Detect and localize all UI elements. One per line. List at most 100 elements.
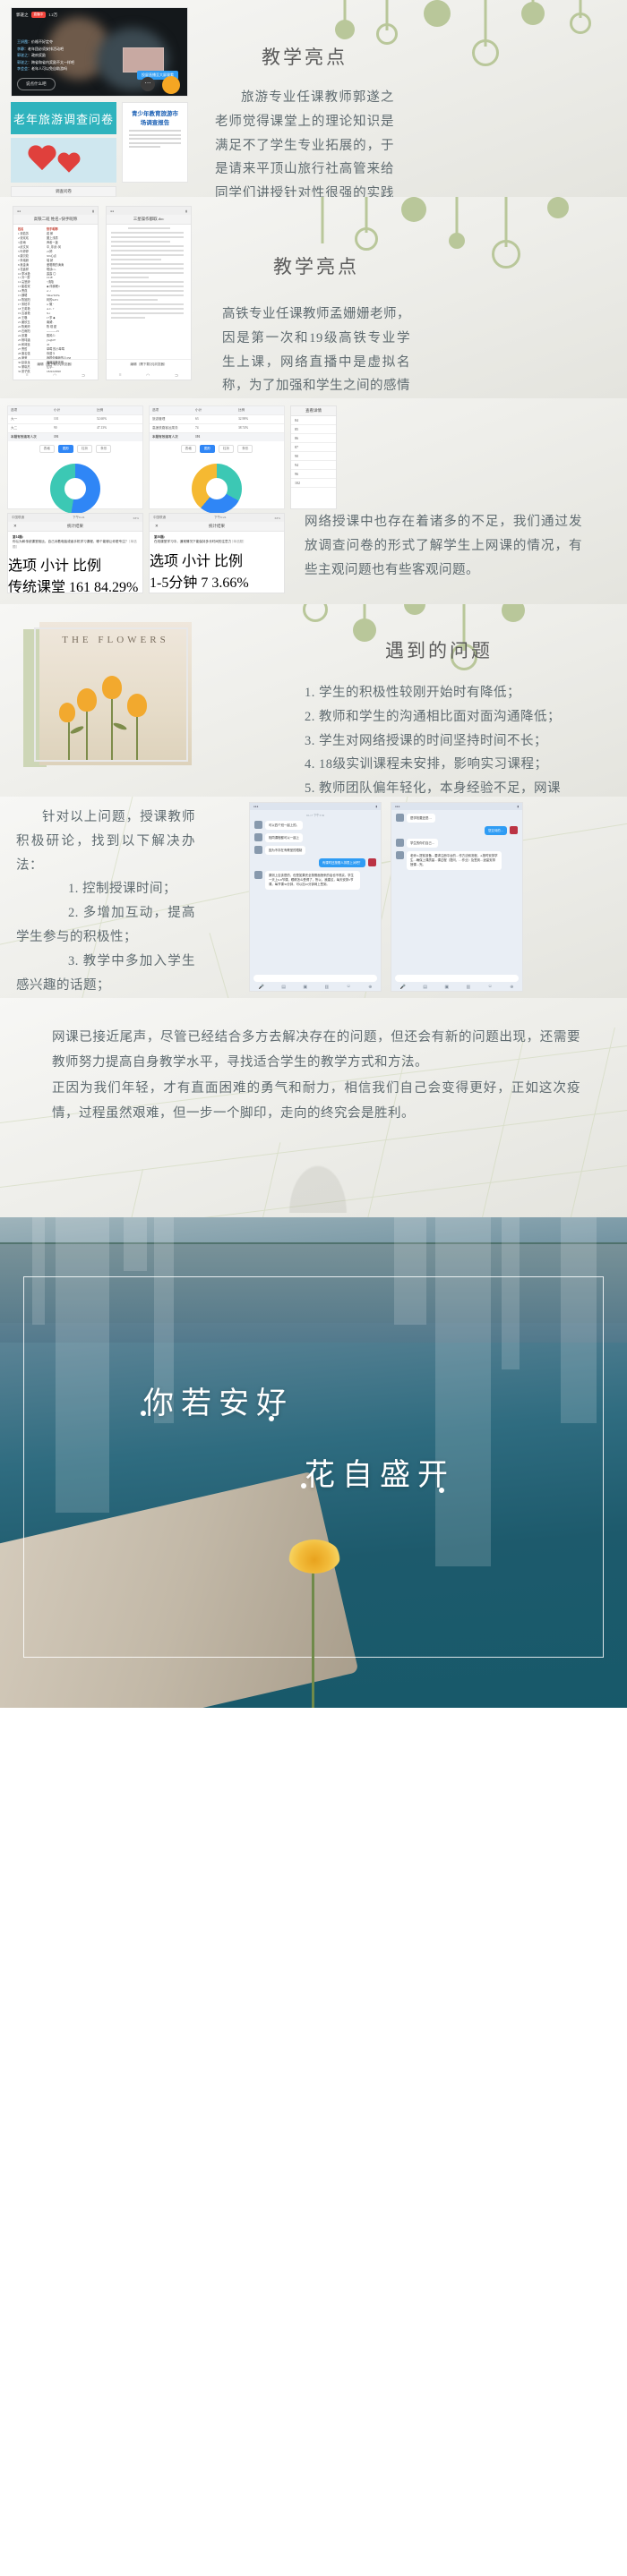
avatar — [254, 846, 262, 855]
home-icon[interactable]: ◠ — [53, 373, 56, 379]
android-navbar[interactable]: ≡ ◠ ⊃ — [13, 373, 98, 379]
edit-button-label: 编辑（需下载QQ浏览器） — [37, 363, 74, 366]
tool-column[interactable]: 柱状 — [219, 445, 235, 453]
q14-screenshot[interactable]: 中国联通 下午6:24 63% ✕ 统计结果 第14题： 你认为和传统课堂相比，… — [7, 513, 143, 593]
doc-edit-footer[interactable]: 编辑（需下载QQ浏览器） — [107, 359, 191, 367]
mic-icon[interactable]: 🎤 — [259, 985, 264, 990]
leaf-decor — [269, 1132, 367, 1213]
section3-text: 网络授课中也存在着诸多的不足，我们通过发放调查问卷的形式了解学生上网课的情况，有… — [305, 510, 582, 582]
bulb-icon — [312, 197, 333, 243]
report-title: 青少年教育旅游市场调查报告 — [132, 111, 178, 126]
col-count: 小计 — [195, 408, 202, 412]
tool-table[interactable]: 表格 — [180, 445, 196, 453]
plus-icon[interactable]: ⊕ — [510, 985, 513, 990]
chat-screenshot-left[interactable]: ●●● ▮ 02-17 下午3:36 可以四个班一起上的。 相同课程都可以一起上 … — [249, 802, 382, 992]
sheet-number-item[interactable]: 102 — [291, 479, 336, 488]
cell-option: 大二 — [11, 426, 18, 430]
live-chat-item: 李会会：老年人可以免自助游吗 — [17, 66, 67, 72]
camera-icon[interactable]: ▣ — [303, 985, 307, 990]
file-icon[interactable]: ▥ — [325, 985, 330, 990]
live-comment-input[interactable]: 说点什么吧 — [17, 78, 56, 90]
back-icon[interactable]: ⊃ — [82, 373, 85, 379]
solution-item: 3. 教学中多加入学生感兴趣的话题； — [16, 953, 195, 993]
time-label: 下午6:24 — [73, 516, 85, 519]
doc-edit-footer[interactable]: 编辑（需下载QQ浏览器） — [13, 359, 98, 367]
sheet-number-item[interactable]: 87 — [291, 443, 336, 452]
survey-title-card[interactable]: 老年旅游调查问卷 — [11, 102, 116, 134]
survey-form-screenshot[interactable]: 调查问卷 问卷开始 — [11, 186, 116, 197]
back-icon[interactable]: ⊃ — [175, 373, 178, 379]
page-title: 统计结果 — [209, 524, 225, 528]
sheet-number-item[interactable]: 96 — [291, 470, 336, 479]
section6-text: 网课已接近尾声，尽管已经结合多方去解决存在的问题，但还会有新的问题出现，还需要教… — [52, 1025, 580, 1126]
tool-chart[interactable]: 图形 — [57, 445, 73, 453]
sheet-number-item[interactable]: 85 — [291, 425, 336, 434]
chat-screenshot-right[interactable]: ●●● ▮ 是学校要还是… 您交待的… 学生的你们自己… 老师:1.提前准备…要求… — [391, 802, 523, 992]
long-image-page: 郭遂之 直播中 1.2万 王妍霞：价格不好定夺 李静：老年团必须安排活动吧 郭遂… — [0, 0, 627, 1708]
sheet-number-item[interactable]: 86 — [291, 434, 336, 443]
camera-icon[interactable]: ▣ — [444, 985, 449, 990]
detail-sheet-screenshot[interactable]: 查看详情 84 85 86 87 90 94 96 102 — [290, 405, 337, 509]
emoji-icon[interactable]: ☺ — [347, 985, 351, 990]
edit-button-label: 编辑（需下载QQ浏览器） — [130, 363, 167, 366]
more-dots-icon[interactable]: ··· — [141, 77, 155, 91]
col-percent: 比例 — [73, 559, 102, 575]
chat-toolbar[interactable]: 🎤 ▤ ▣ ▥ ☺ ⊕ — [250, 985, 381, 990]
chat-text: 老年团必须安排活动吧 — [28, 46, 64, 51]
hero-line-2: 花自盛开 — [305, 1459, 455, 1492]
cell-count: 90 — [54, 426, 57, 430]
bulb-icon — [446, 197, 468, 251]
cell-count: 101 — [54, 417, 59, 421]
hero-dot — [269, 1416, 274, 1421]
hsr-name-list-screenshot[interactable]: ●● ▮ 高铁二班 姓名+快手昵称 姓名 快手昵称 1 张若苏若 郎2 张欢欢 圈上… — [13, 206, 99, 380]
message-bubble: 原则上应该是的，但是如果完全按照面授来的话也不现实，学生一天上6-8节课，眼睛怎… — [265, 871, 361, 890]
message-bubble: 因为不存在有教室的限制 — [265, 846, 306, 856]
bulb-icon — [545, 197, 571, 233]
live-user: 郭遂之 — [16, 12, 29, 17]
live-pip-window[interactable] — [123, 47, 164, 73]
chat-input[interactable] — [253, 975, 377, 982]
sheet-number-item[interactable]: 84 — [291, 416, 336, 425]
android-navbar[interactable]: ≡ ◠ ⊃ — [107, 373, 191, 379]
section4-heading: 遇到的问题 — [385, 640, 493, 661]
cell-percent: 32.98% — [238, 417, 249, 421]
message-bubble: 有课时还按照人排表上对吧？ — [318, 858, 365, 868]
image-icon[interactable]: ▤ — [423, 985, 427, 990]
col-option: 选项 — [150, 553, 179, 569]
mic-icon[interactable]: 🎤 — [400, 985, 406, 990]
survey-report-card[interactable]: 青少年教育旅游市场调查报告 — [122, 102, 188, 183]
avatar — [254, 821, 262, 829]
tool-bar[interactable]: 条形 — [96, 445, 112, 453]
sheet-number-item[interactable]: 90 — [291, 452, 336, 461]
text-line — [129, 133, 181, 136]
menu-icon[interactable]: ≡ — [119, 373, 122, 379]
close-icon[interactable]: ✕ — [155, 524, 159, 529]
doc-screenshot[interactable]: ●● ▮ 三星操作都取.doc 编辑（需下载QQ浏览器） ≡ ◠ ⊃ — [106, 206, 192, 380]
home-icon[interactable]: ◠ — [146, 373, 150, 379]
chart-toolbar[interactable]: 表格 图形 柱状 条形 — [8, 441, 142, 456]
sheet-number-item[interactable]: 94 — [291, 461, 336, 470]
tool-table[interactable]: 表格 — [39, 445, 55, 453]
live-stream-screenshot[interactable]: 郭遂之 直播中 1.2万 王妍霞：价格不好定夺 李静：老年团必须安排活动吧 郭遂… — [11, 7, 188, 97]
chat-input[interactable] — [395, 975, 519, 982]
tool-column[interactable]: 柱状 — [77, 445, 93, 453]
name-list-rows: 1 张若苏若 郎2 张欢欢 圈上浅墨 3 彭雨 养着一盏 4 武文凤 中_非武~凤 5 叶婷… — [18, 232, 93, 374]
file-icon[interactable]: ▥ — [467, 985, 471, 990]
image-icon[interactable]: ▤ — [281, 985, 286, 990]
like-thumb-icon[interactable] — [162, 76, 180, 94]
menu-icon[interactable]: ≡ — [26, 373, 29, 379]
emoji-icon[interactable]: ☺ — [488, 985, 493, 990]
chart-toolbar[interactable]: 表格 图形 柱状 条形 — [150, 441, 284, 456]
message-bubble: 是学校要还是… — [407, 814, 435, 823]
chat-toolbar[interactable]: 🎤 ▤ ▣ ▥ ☺ ⊕ — [391, 985, 522, 990]
stat-card-grade[interactable]: 选项 小计 比例 大一 101 52.60% 大二 90 47.13% 本题有效… — [7, 405, 143, 525]
col-percent: 比例 — [214, 553, 244, 569]
tool-bar[interactable]: 条形 — [237, 445, 253, 453]
q16-screenshot[interactable]: 中国联通 下午6:24 63% ✕ 统计结果 第16题： 在线课堂学习中，通常情… — [149, 513, 285, 593]
plus-icon[interactable]: ⊕ — [368, 985, 372, 990]
live-header: 郭遂之 直播中 1.2万 — [16, 12, 57, 18]
close-icon[interactable]: ✕ — [13, 524, 17, 529]
tool-chart[interactable]: 图形 — [199, 445, 215, 453]
stat-card-major[interactable]: 选项 小计 比例 旅游管理 63 32.98% 高速铁路客运乘务 74 38.7… — [149, 405, 285, 525]
yellow-flower — [288, 1540, 342, 1708]
